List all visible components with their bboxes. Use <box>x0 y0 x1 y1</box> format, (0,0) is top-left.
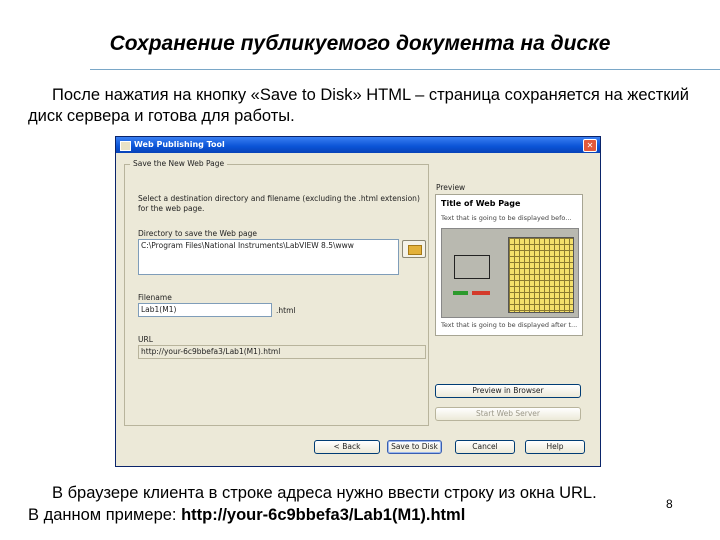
url-label: URL <box>138 335 153 344</box>
help-button[interactable]: Help <box>525 440 585 454</box>
circuit-diagram-icon <box>454 255 490 279</box>
filename-field[interactable]: Lab1(M1) <box>138 303 272 317</box>
preview-label: Preview <box>436 183 466 192</box>
filename-extension: .html <box>276 306 296 315</box>
group-caption: Save the New Web Page <box>130 159 228 168</box>
filename-value: Lab1(M1) <box>141 305 177 314</box>
intro-text: После нажатия на кнопку «Save to Disk» H… <box>28 86 689 125</box>
browse-folder-button[interactable] <box>402 240 426 258</box>
footer-line-2-prefix: В данном примере: <box>28 506 182 524</box>
preview-text-above: Text that is going to be displayed befo.… <box>441 214 572 222</box>
preview-front-panel-image <box>441 228 579 318</box>
footer-paragraph: В браузере клиента в строке адреса нужно… <box>28 482 668 526</box>
url-value: http://your-6c9bbefa3/Lab1(M1).html <box>141 347 281 356</box>
back-button[interactable]: < Back <box>314 440 380 454</box>
cancel-button[interactable]: Cancel <box>455 440 515 454</box>
web-publishing-tool-window: Web Publishing Tool ✕ Save the New Web P… <box>115 136 601 467</box>
red-indicator <box>472 291 490 295</box>
slide-title: Сохранение публикуемого документа на дис… <box>109 32 611 55</box>
preview-in-browser-button[interactable]: Preview in Browser <box>435 384 581 398</box>
app-icon <box>120 141 131 151</box>
instructions-line-1: Select a destination directory and filen… <box>138 194 420 203</box>
url-field[interactable]: http://your-6c9bbefa3/Lab1(M1).html <box>138 345 426 359</box>
page-number: 8 <box>666 497 673 511</box>
table-grid-graphic <box>508 237 574 313</box>
close-icon[interactable]: ✕ <box>583 139 597 152</box>
save-to-disk-button[interactable]: Save to Disk <box>387 440 442 454</box>
preview-pane: Title of Web Page Text that is going to … <box>435 194 583 336</box>
directory-value: C:\Program Files\National Instruments\La… <box>141 241 354 250</box>
filename-label: Filename <box>138 293 172 302</box>
folder-icon <box>408 245 422 255</box>
instructions-line-2: for the web page. <box>138 204 205 213</box>
preview-page-title: Title of Web Page <box>441 199 521 208</box>
preview-text-below: Text that is going to be displayed after… <box>441 321 578 329</box>
green-indicator <box>453 291 468 295</box>
window-title: Web Publishing Tool <box>134 140 225 149</box>
directory-field[interactable]: C:\Program Files\National Instruments\La… <box>138 239 399 275</box>
footer-line-1: В браузере клиента в строке адреса нужно… <box>52 484 597 502</box>
title-divider <box>90 69 720 70</box>
footer-url: http://your-6c9bbefa3/Lab1(M1).html <box>181 506 466 524</box>
window-titlebar[interactable]: Web Publishing Tool ✕ <box>116 137 600 153</box>
intro-paragraph: После нажатия на кнопку «Save to Disk» H… <box>28 85 708 127</box>
start-web-server-button[interactable]: Start Web Server <box>435 407 581 421</box>
directory-label: Directory to save the Web page <box>138 229 257 238</box>
